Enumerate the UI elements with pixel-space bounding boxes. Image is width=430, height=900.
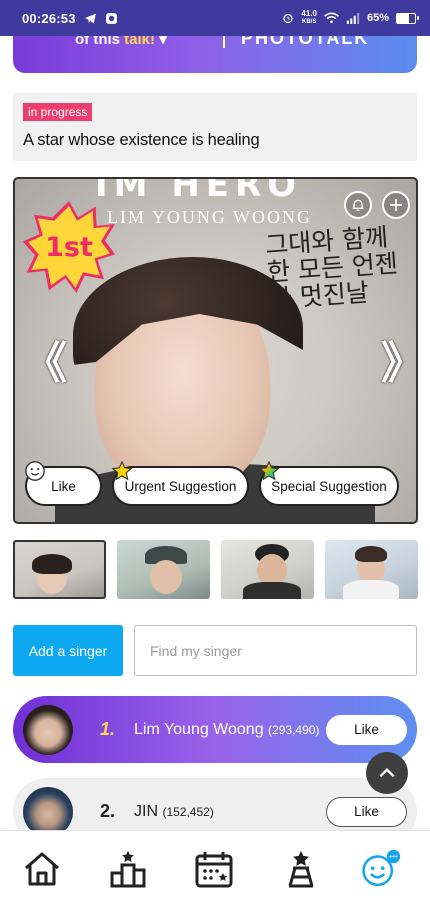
singer-name: Lim Young Woong	[134, 720, 264, 738]
battery-icon	[396, 12, 419, 24]
nav-chat[interactable]	[361, 849, 401, 889]
rank-badge-label: 1st	[45, 231, 93, 263]
star-icon	[111, 460, 133, 485]
network-speed: 41.0 KB/S	[301, 10, 317, 26]
thumbnail-shirt	[243, 582, 301, 599]
rank-badge: 1st	[23, 201, 115, 293]
add-button[interactable]	[382, 191, 410, 219]
photo-overlay-title: IM HERO	[95, 177, 303, 205]
status-bar: 00:26:53 41.0 KB/S 65%	[0, 0, 430, 36]
singer-name: JIN	[134, 802, 158, 820]
special-suggestion-button[interactable]: Special Suggestion	[258, 460, 399, 506]
battery-percent: 65%	[366, 12, 389, 24]
telegram-icon	[84, 12, 97, 25]
calendar-icon	[195, 852, 233, 888]
phototalk-banner[interactable]: of this talk! ▾ PHOTOTALK	[13, 36, 417, 73]
wifi-icon	[324, 12, 339, 24]
net-speed-value: 41.0	[301, 9, 317, 18]
vote-count: (152,452)	[162, 804, 214, 819]
photo-overlay-subtitle: LIM YOUNG WOONG	[107, 207, 312, 227]
rank-number: 1.	[100, 719, 116, 739]
ranking-row[interactable]: 1. Lim Young Woong (293,490) Like	[13, 696, 417, 763]
urgent-label: Urgent Suggestion	[124, 478, 237, 494]
banner-prefix: of this	[75, 36, 120, 48]
thumbnail-shirt	[343, 580, 399, 599]
thumbnail-face	[150, 560, 182, 594]
thumbnail-1[interactable]	[13, 540, 106, 599]
alarm-icon	[282, 12, 294, 24]
chat-app-icon	[105, 12, 118, 25]
status-badge: in progress	[23, 103, 93, 121]
nav-home[interactable]	[22, 849, 62, 889]
singer-name-line: Lim Young Woong (293,490)	[134, 721, 319, 739]
chevron-down-icon: ▾	[159, 36, 167, 48]
chat-smile-icon	[362, 849, 401, 887]
banner-text: of this talk! ▾	[75, 36, 167, 48]
smile-icon	[24, 460, 46, 485]
prev-arrow[interactable]: 《	[23, 342, 67, 386]
nav-hall-of-fame[interactable]	[281, 849, 321, 889]
hall-of-fame-icon	[288, 851, 314, 888]
ranking-icon	[110, 851, 146, 888]
bell-icon	[352, 199, 364, 211]
thumbnail-hair	[32, 554, 72, 574]
like-label: Like	[51, 478, 76, 494]
notification-button[interactable]	[344, 191, 372, 219]
singer-name-line: JIN (152,452)	[134, 803, 214, 821]
nav-ranking[interactable]	[108, 849, 148, 889]
thumbnail-4[interactable]	[325, 540, 418, 599]
hero-photo-card[interactable]: IM HERO LIM YOUNG WOONG 그대와 함께한 모든 언젠가 멋…	[13, 177, 418, 524]
thumbnail-2[interactable]	[117, 540, 210, 599]
bottom-nav	[0, 830, 430, 900]
nav-calendar[interactable]	[194, 849, 234, 889]
chevron-up-icon	[379, 768, 395, 778]
special-label: Special Suggestion	[271, 478, 387, 494]
talk-title: A star whose existence is healing	[23, 131, 260, 149]
find-singer-input[interactable]	[134, 625, 417, 676]
vote-count: (293,490)	[268, 722, 320, 737]
rainbow-star-icon	[258, 460, 280, 485]
banner-logo-text: PHOTOTALK	[241, 36, 370, 48]
like-button[interactable]: Like	[326, 714, 407, 745]
urgent-suggestion-button[interactable]: Urgent Suggestion	[111, 460, 249, 506]
plus-icon	[390, 199, 402, 211]
net-speed-unit: KB/S	[302, 19, 317, 25]
next-arrow[interactable]: 》	[381, 342, 416, 386]
signal-icon	[346, 12, 360, 24]
thumbnail-3[interactable]	[221, 540, 314, 599]
avatar	[23, 786, 73, 837]
like-button[interactable]: Like	[25, 461, 102, 506]
avatar	[23, 704, 73, 755]
add-singer-button[interactable]: Add a singer	[13, 625, 123, 676]
home-icon	[25, 852, 59, 886]
clock: 00:26:53	[22, 10, 76, 26]
rank-number: 2.	[100, 801, 116, 821]
scroll-to-top-button[interactable]	[366, 752, 408, 794]
thumbnail-hair	[355, 546, 387, 562]
talk-card[interactable]: in progress A star whose existence is he…	[13, 93, 417, 161]
like-button[interactable]: Like	[326, 796, 407, 827]
banner-highlight: talk!	[124, 36, 156, 48]
banner-divider	[223, 36, 225, 48]
